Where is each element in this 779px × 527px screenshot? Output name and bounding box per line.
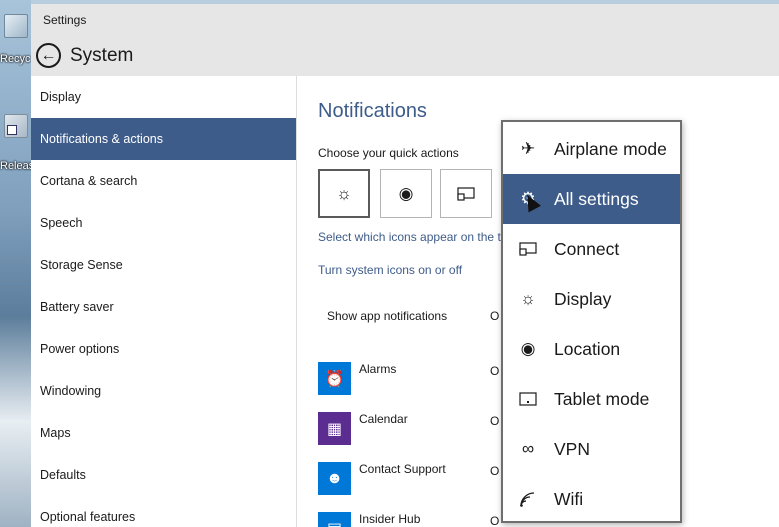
sidebar-item-label: Display [40,90,81,104]
header: ← System [31,35,779,76]
flyout-item-label: Location [554,338,621,359]
sidebar-item-label: Maps [40,426,71,440]
flyout-item-tablet-mode[interactable]: Tablet mode [503,374,680,424]
brightness-icon: ☼ [520,289,536,308]
flyout-item-label: All settings [554,188,639,209]
wifi-icon [517,491,539,507]
sidebar: Display Notifications & actions Cortana … [31,76,297,527]
brightness-icon: ☼ [336,183,352,203]
quick-action-flyout: ✈ Airplane mode ⚙ All settings Connect ☼… [501,120,682,523]
quick-actions-label: Choose your quick actions [318,146,459,160]
desktop-icon-label: Releas [0,160,31,172]
connect-icon [457,186,475,201]
sidebar-item-label: Windowing [40,384,102,398]
app-toggle-insider-hub[interactable]: O [490,514,499,527]
flyout-item-label: Wifi [554,488,584,509]
recycle-bin-icon[interactable] [4,14,28,38]
sidebar-item-windowing[interactable]: Windowing [31,370,296,412]
location-icon: ◉ [520,339,536,358]
flyout-item-label: Display [554,288,612,309]
sidebar-item-label: Cortana & search [40,174,138,188]
tablet-icon [517,392,539,406]
sidebar-item-label: Battery saver [40,300,114,314]
vpn-icon: ∞ [521,439,535,458]
app-toggle-calendar[interactable]: O [490,414,499,428]
sidebar-item-optional-features[interactable]: Optional features [31,496,296,527]
quick-action-tile-location[interactable]: ◉ [380,169,432,218]
connect-icon [517,242,539,256]
flyout-item-connect[interactable]: Connect [503,224,680,274]
flyout-item-display[interactable]: ☼ Display [503,274,680,324]
desktop: Recyc Releas [0,0,31,527]
shortcut-icon[interactable] [4,114,28,138]
quick-action-tile-connect[interactable] [440,169,492,218]
sidebar-item-label: Storage Sense [40,258,123,272]
insider-hub-icon: ▤ [318,512,351,527]
show-app-notifications-label: Show app notifications [327,309,448,323]
show-app-notifications-toggle[interactable]: O [490,309,499,323]
sidebar-item-storage-sense[interactable]: Storage Sense [31,244,296,286]
sidebar-item-label: Notifications & actions [40,132,163,146]
calendar-icon: ▦ [318,412,351,445]
person-icon: ☻ [318,462,351,495]
sidebar-item-label: Speech [40,216,83,230]
app-toggle-alarms[interactable]: O [490,364,499,378]
airplane-icon: ✈ [520,139,536,158]
sidebar-item-power-options[interactable]: Power options [31,328,296,370]
flyout-item-label: Airplane mode [554,138,667,159]
quick-action-tile-brightness[interactable]: ☼ [318,169,370,218]
location-icon: ◉ [398,183,414,203]
page-title: System [70,44,134,66]
sidebar-item-display[interactable]: Display [31,76,296,118]
title-bar[interactable]: Settings [31,4,779,35]
flyout-item-label: Tablet mode [554,388,650,409]
app-name: Calendar [359,412,408,426]
flyout-item-label: VPN [554,438,590,459]
sidebar-item-defaults[interactable]: Defaults [31,454,296,496]
flyout-item-label: Connect [554,238,620,259]
flyout-item-vpn[interactable]: ∞ VPN [503,424,680,474]
app-name: Contact Support [359,462,446,476]
flyout-item-airplane-mode[interactable]: ✈ Airplane mode [503,124,680,174]
window-title: Settings [43,12,87,27]
sidebar-item-maps[interactable]: Maps [31,412,296,454]
back-arrow-icon: ← [40,46,57,64]
sidebar-item-speech[interactable]: Speech [31,202,296,244]
sidebar-item-cortana[interactable]: Cortana & search [31,160,296,202]
sidebar-item-label: Power options [40,342,120,356]
sidebar-item-label: Defaults [40,468,86,482]
flyout-item-wifi[interactable]: Wifi [503,474,680,524]
select-icons-link[interactable]: Select which icons appear on the t [318,230,501,244]
app-name: Alarms [359,362,397,376]
app-name: Insider Hub [359,512,421,526]
flyout-item-location[interactable]: ◉ Location [503,324,680,374]
desktop-icon-label: Recyc [0,53,31,65]
system-icons-link[interactable]: Turn system icons on or off [318,263,462,277]
alarm-clock-icon: ⏰ [318,362,351,395]
app-toggle-contact-support[interactable]: O [490,464,499,478]
section-title: Notifications [318,100,427,122]
sidebar-item-label: Optional features [40,510,136,524]
back-button[interactable]: ← [36,43,61,68]
sidebar-item-battery-saver[interactable]: Battery saver [31,286,296,328]
sidebar-item-notifications[interactable]: Notifications & actions [31,118,296,160]
